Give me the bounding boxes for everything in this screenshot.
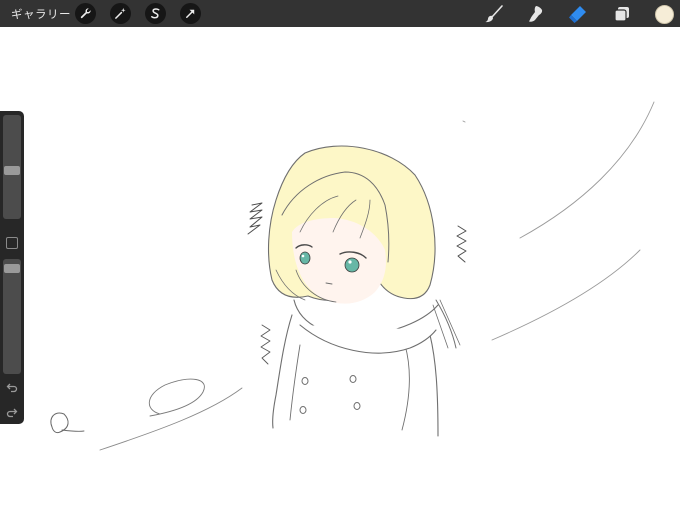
color-swatch[interactable] xyxy=(655,5,674,24)
coat-buttons xyxy=(299,375,361,414)
brush-button[interactable] xyxy=(483,3,505,25)
transform-button[interactable] xyxy=(180,3,201,24)
selection-button[interactable] xyxy=(145,3,166,24)
magic-wand-icon xyxy=(115,7,126,19)
eraser-icon xyxy=(569,6,586,23)
smudge-icon xyxy=(529,6,543,22)
selection-icon xyxy=(151,8,160,19)
artwork-girl-in-scarf xyxy=(50,101,655,451)
brush-icon xyxy=(485,5,503,23)
drawing-canvas[interactable] xyxy=(0,27,680,510)
smudge-button[interactable] xyxy=(525,3,547,25)
adjustments-button[interactable] xyxy=(110,3,131,24)
eraser-button[interactable] xyxy=(567,3,589,25)
transform-arrow-icon xyxy=(186,9,195,18)
gallery-button[interactable]: ギャラリー xyxy=(11,6,71,22)
top-toolbar: ギャラリー xyxy=(0,0,680,27)
wrench-icon xyxy=(80,8,91,19)
layers-icon xyxy=(614,7,629,22)
actions-button[interactable] xyxy=(75,3,96,24)
layers-button[interactable] xyxy=(611,3,633,25)
